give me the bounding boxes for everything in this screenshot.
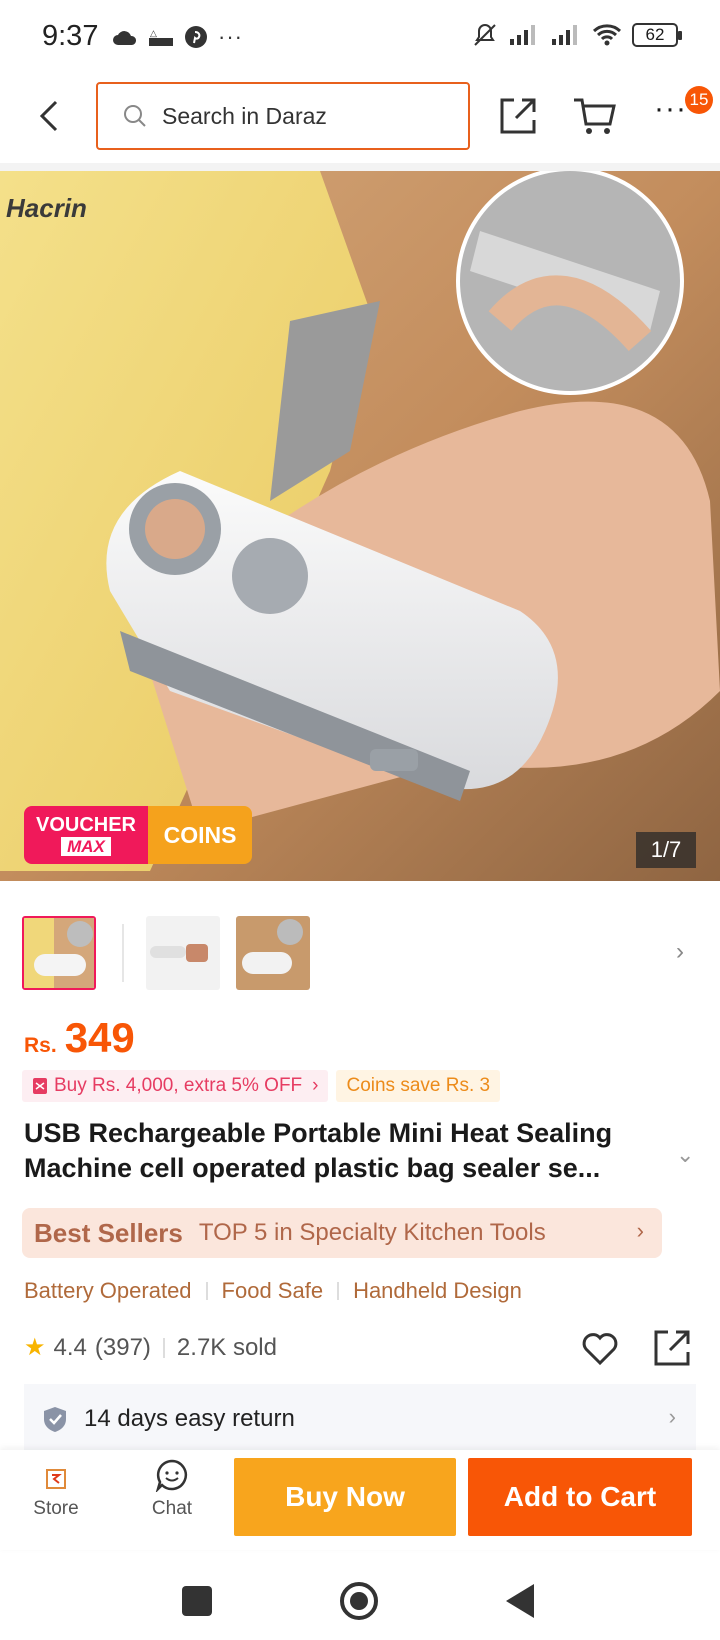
- voucher-max-badge: VOUCHER MAX COINS: [24, 806, 252, 864]
- best-sellers-bar[interactable]: Best Sellers TOP 5 in Specialty Kitchen …: [22, 1208, 662, 1258]
- cart-icon[interactable]: [572, 96, 618, 136]
- pinterest-icon: [185, 26, 207, 48]
- shield-check-icon: [44, 1407, 66, 1432]
- search-icon: [124, 105, 146, 127]
- rating-divider: [162, 1337, 165, 1358]
- add-to-cart-button[interactable]: Add to Cart: [468, 1458, 692, 1536]
- signal-icon: [510, 25, 535, 45]
- feature-tag: Handheld Design: [353, 1278, 522, 1303]
- best-sellers-tag: Best Sellers: [34, 1217, 183, 1248]
- wifi-icon: [592, 24, 622, 46]
- return-policy-text: 14 days easy return: [84, 1405, 295, 1432]
- more-dots-icon: ···: [218, 24, 243, 49]
- rating-row[interactable]: ★ 4.4 (397) 2.7K sold: [24, 1333, 277, 1362]
- voucher-promo[interactable]: Buy Rs. 4,000, extra 5% OFF ›: [22, 1070, 329, 1102]
- search-input[interactable]: Search in Daraz: [96, 82, 470, 150]
- price: Rs. 349: [24, 1014, 135, 1062]
- thumbnail-2[interactable]: [146, 916, 220, 990]
- wishlist-heart-icon[interactable]: [580, 1328, 620, 1368]
- feature-tag: Battery Operated: [24, 1278, 192, 1303]
- voucher-line2: MAX: [61, 836, 111, 856]
- signal-icon: [552, 25, 577, 45]
- chevron-right-icon: ›: [312, 1075, 319, 1096]
- star-icon: ★: [24, 1334, 46, 1361]
- svg-text:△: △: [150, 28, 157, 38]
- product-photo: Hacrin: [0, 171, 720, 881]
- chevron-right-icon: ›: [636, 1218, 644, 1243]
- feature-tags: Battery Operated Food Safe Handheld Desi…: [24, 1278, 522, 1304]
- chat-button[interactable]: Chat: [132, 1458, 212, 1520]
- chevron-down-icon[interactable]: ⌄: [676, 1142, 694, 1168]
- status-icons-left: △ ···: [112, 24, 243, 50]
- return-policy-row[interactable]: 14 days easy return ›: [24, 1384, 696, 1454]
- chevron-right-icon: ›: [668, 1404, 676, 1429]
- voucher-icon: [33, 1078, 47, 1094]
- status-icons-right: 62: [472, 22, 682, 48]
- voucher-label: VOUCHER MAX: [24, 806, 148, 864]
- cloud-icon: [113, 31, 137, 45]
- feature-divider: [205, 1282, 208, 1300]
- divider: [0, 163, 720, 171]
- voucher-line1: VOUCHER: [35, 813, 136, 836]
- store-label: Store: [33, 1498, 79, 1519]
- top-nav: Search in Daraz ··· 15: [0, 78, 720, 158]
- voucher-promo-text: Buy Rs. 4,000, extra 5% OFF: [54, 1075, 303, 1096]
- temu-icon: △: [149, 28, 173, 46]
- best-sellers-text: TOP 5 in Specialty Kitchen Tools: [198, 1219, 546, 1246]
- product-image[interactable]: Hacrin: [0, 171, 720, 881]
- mute-icon: [474, 23, 496, 46]
- buy-now-button[interactable]: Buy Now: [234, 1458, 456, 1536]
- home-icon[interactable]: [340, 1582, 378, 1620]
- status-time: 9:37: [42, 20, 99, 52]
- chat-icon: [155, 1459, 188, 1492]
- feature-tag: Food Safe: [221, 1278, 324, 1303]
- back-icon[interactable]: [30, 96, 70, 136]
- bottom-action-bar: Store Chat Buy Now Add to Cart: [0, 1450, 720, 1550]
- rating-score: 4.4: [53, 1333, 87, 1361]
- battery-icon: 62: [632, 23, 682, 47]
- feature-divider: [337, 1282, 340, 1300]
- system-nav-bar: [0, 1556, 720, 1640]
- sold-count: 2.7K sold: [176, 1333, 277, 1361]
- promo-tags: Buy Rs. 4,000, extra 5% OFF › Coins save…: [22, 1070, 501, 1102]
- price-amount: 349: [64, 1014, 135, 1061]
- search-placeholder: Search in Daraz: [162, 102, 327, 129]
- coins-label: COINS: [148, 806, 252, 864]
- back-nav-icon[interactable]: [506, 1584, 534, 1618]
- status-bar: 9:37 △ ··· 62: [0, 0, 720, 76]
- thumbnail-divider: [122, 924, 124, 982]
- chevron-right-icon[interactable]: ›: [676, 938, 684, 966]
- recents-icon[interactable]: [182, 1586, 212, 1616]
- chat-label: Chat: [151, 1498, 193, 1519]
- coins-promo[interactable]: Coins save Rs. 3: [336, 1070, 501, 1102]
- brand-watermark: Hacrin: [6, 193, 87, 223]
- share-icon[interactable]: [652, 1328, 692, 1368]
- store-button[interactable]: Store: [16, 1458, 96, 1520]
- thumbnail-strip: ›: [0, 912, 720, 992]
- thumbnail-1[interactable]: [22, 916, 96, 990]
- rating-count: (397): [94, 1333, 151, 1361]
- store-icon: [46, 1469, 66, 1489]
- product-title: USB Rechargeable Portable Mini Heat Seal…: [24, 1118, 613, 1183]
- image-counter: 1/7: [636, 832, 696, 868]
- price-currency: Rs.: [24, 1034, 57, 1057]
- share-icon[interactable]: [498, 96, 538, 136]
- notification-badge: 15: [685, 86, 713, 114]
- thumbnail-3[interactable]: [236, 916, 310, 990]
